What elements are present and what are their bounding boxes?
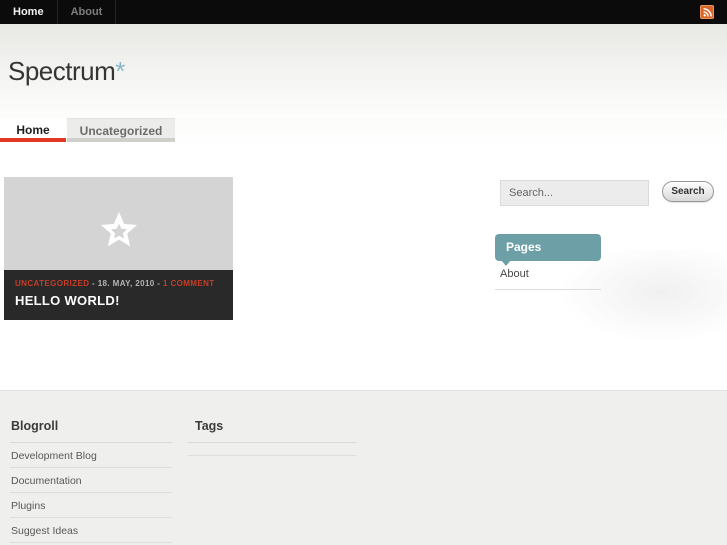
pages-widget-title: Pages bbox=[495, 234, 601, 261]
top-nav-bar: Home About bbox=[0, 0, 727, 24]
post-meta-line: UNCATEGORIZED - 18. MAY, 2010 - 1 COMMEN… bbox=[15, 279, 222, 288]
post-card: UNCATEGORIZED - 18. MAY, 2010 - 1 COMMEN… bbox=[4, 177, 233, 320]
sidebar-link-about[interactable]: About bbox=[495, 264, 601, 290]
topnav-item-about[interactable]: About bbox=[58, 0, 117, 24]
site-title-asterisk: * bbox=[115, 56, 125, 86]
tab-bar: Home Uncategorized bbox=[0, 118, 727, 146]
search-button[interactable]: Search bbox=[662, 181, 714, 202]
post-date: 18. MAY, 2010 bbox=[97, 279, 155, 288]
topnav-item-home[interactable]: Home bbox=[0, 0, 58, 24]
blogroll-link-documentation[interactable]: Documentation bbox=[10, 468, 172, 493]
tab-uncategorized[interactable]: Uncategorized bbox=[67, 118, 175, 142]
footer-blogroll-column: Blogroll Development Blog Documentation … bbox=[10, 419, 172, 545]
page: Home About Spectrum* Home Uncategorized bbox=[0, 0, 727, 545]
star-icon bbox=[97, 177, 141, 252]
site-title[interactable]: Spectrum* bbox=[8, 56, 125, 87]
post-meta-bar: UNCATEGORIZED - 18. MAY, 2010 - 1 COMMEN… bbox=[4, 270, 233, 320]
blogroll-link-development-blog[interactable]: Development Blog bbox=[10, 443, 172, 468]
post-title-link[interactable]: HELLO WORLD! bbox=[15, 293, 222, 308]
blogroll-heading: Blogroll bbox=[10, 419, 172, 443]
search-input[interactable] bbox=[500, 180, 649, 206]
site-title-text: Spectrum bbox=[8, 56, 116, 86]
meta-separator: - bbox=[89, 279, 98, 288]
meta-separator: - bbox=[154, 279, 163, 288]
post-category-link[interactable]: UNCATEGORIZED bbox=[15, 279, 89, 288]
rss-button[interactable] bbox=[700, 5, 714, 19]
post-thumbnail[interactable] bbox=[4, 177, 233, 270]
blogroll-link-suggest-ideas[interactable]: Suggest Ideas bbox=[10, 518, 172, 543]
tags-heading: Tags bbox=[188, 419, 356, 443]
tab-home[interactable]: Home bbox=[0, 118, 66, 142]
tags-empty-row bbox=[188, 443, 356, 456]
post-comments-link[interactable]: 1 COMMENT bbox=[163, 279, 215, 288]
blogroll-link-plugins[interactable]: Plugins bbox=[10, 493, 172, 518]
footer-tags-column: Tags bbox=[188, 419, 356, 456]
rss-icon bbox=[702, 7, 712, 17]
footer: Blogroll Development Blog Documentation … bbox=[0, 390, 727, 545]
